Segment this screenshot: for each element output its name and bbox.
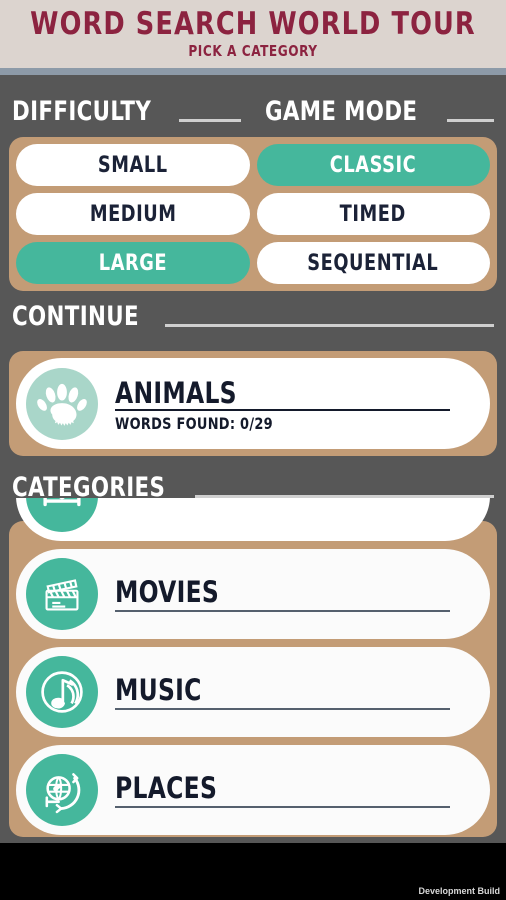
category-item-partial[interactable] [16, 498, 490, 541]
category-item-music[interactable]: MUSIC [16, 647, 490, 737]
continue-card-animals[interactable]: ANIMALS WORDS FOUND: 0/29 [16, 358, 490, 449]
continue-card-progress: WORDS FOUND: 0/29 [115, 414, 273, 433]
category-item-movies-underline [115, 609, 450, 612]
game-mode-options: CLASSIC TIMED SEQUENTIAL [256, 144, 490, 284]
category-item-movies-body: MOVIES [115, 574, 450, 612]
difficulty-options: SMALL MEDIUM LARGE [16, 144, 250, 284]
categories-scroll-area[interactable]: MOVIES MUSIC PLACES [9, 498, 497, 837]
game-mode-option-sequential[interactable]: SEQUENTIAL [256, 242, 490, 284]
music-note-icon [26, 656, 98, 728]
categories-list: MOVIES MUSIC PLACES [16, 498, 490, 835]
difficulty-option-large-label: LARGE [98, 250, 167, 276]
category-item-music-label: MUSIC [115, 672, 202, 707]
game-mode-option-sequential-label: SEQUENTIAL [307, 250, 439, 276]
continue-card-body: ANIMALS WORDS FOUND: 0/29 [115, 374, 450, 433]
categories-panel: MOVIES MUSIC PLACES [9, 498, 497, 837]
continue-heading-label: CONTINUE [12, 301, 139, 332]
paw-icon [26, 367, 98, 440]
game-mode-option-timed[interactable]: TIMED [256, 193, 490, 235]
game-mode-option-timed-label: TIMED [340, 201, 407, 227]
globe-compass-icon [26, 754, 98, 826]
development-build-watermark: Development Build [418, 886, 500, 896]
app-header: WORD SEARCH WORLD TOUR PICK A CATEGORY [0, 0, 506, 68]
app-root: WORD SEARCH WORLD TOUR PICK A CATEGORY D… [0, 0, 506, 900]
page-subtitle: PICK A CATEGORY [188, 42, 318, 60]
options-panel: SMALL MEDIUM LARGE CLASSIC TIMED SEQUENT… [9, 137, 497, 291]
category-item-places-underline [115, 805, 450, 808]
page-title: WORD SEARCH WORLD TOUR [30, 6, 476, 42]
sports-icon [26, 498, 98, 532]
difficulty-option-medium[interactable]: MEDIUM [16, 193, 250, 235]
footer-bar: Development Build [0, 843, 506, 900]
game-mode-heading: GAME MODE [253, 98, 506, 126]
difficulty-option-medium-label: MEDIUM [89, 201, 177, 227]
category-item-places-label: PLACES [115, 770, 218, 805]
category-item-places-body: PLACES [115, 770, 450, 808]
continue-panel: ANIMALS WORDS FOUND: 0/29 [9, 351, 497, 456]
category-item-movies[interactable]: MOVIES [16, 549, 490, 639]
game-mode-option-classic[interactable]: CLASSIC [256, 144, 490, 186]
category-item-music-body: MUSIC [115, 672, 450, 710]
continue-heading: CONTINUE [0, 303, 506, 331]
category-item-music-underline [115, 707, 450, 710]
difficulty-heading: DIFFICULTY [0, 98, 253, 126]
category-item-movies-label: MOVIES [115, 574, 220, 609]
game-mode-option-classic-label: CLASSIC [330, 152, 417, 178]
continue-card-title: ANIMALS [115, 376, 237, 410]
game-mode-heading-label: GAME MODE [265, 96, 418, 127]
difficulty-heading-rule [179, 119, 241, 122]
continue-heading-rule [165, 324, 494, 327]
difficulty-heading-label: DIFFICULTY [12, 96, 152, 127]
category-item-places[interactable]: PLACES [16, 745, 490, 835]
difficulty-option-large[interactable]: LARGE [16, 242, 250, 284]
difficulty-option-small[interactable]: SMALL [16, 144, 250, 186]
clapperboard-icon [26, 558, 98, 630]
difficulty-option-small-label: SMALL [97, 152, 168, 178]
header-separator [0, 68, 506, 75]
game-mode-heading-rule [447, 119, 494, 122]
